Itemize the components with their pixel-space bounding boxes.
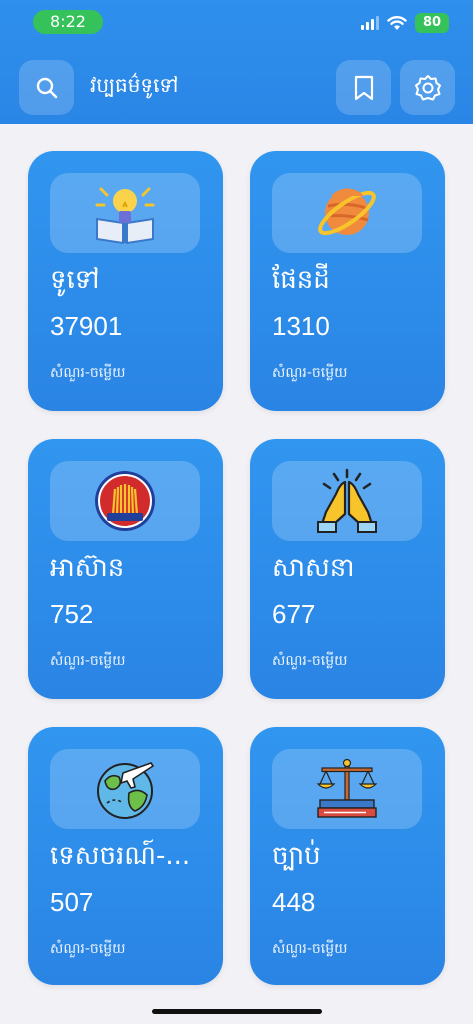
category-icon-box bbox=[272, 173, 422, 253]
search-button[interactable] bbox=[19, 60, 74, 115]
category-label: សំណួរ-ចម្លើយ bbox=[272, 365, 348, 381]
category-count: 752 bbox=[50, 599, 94, 629]
category-card-asean[interactable]: អាស៊ាន 752 សំណួរ-ចម្លើយ bbox=[28, 439, 223, 699]
category-count: 1310 bbox=[272, 311, 330, 341]
home-indicator[interactable] bbox=[152, 1009, 322, 1014]
category-icon-box bbox=[50, 173, 200, 253]
category-count: 677 bbox=[272, 599, 316, 629]
category-label: សំណួរ-ចម្លើយ bbox=[272, 941, 348, 957]
category-name: ទូទៅ bbox=[50, 265, 100, 295]
category-count: 37901 bbox=[50, 311, 123, 341]
globe-airplane-icon bbox=[97, 762, 154, 819]
category-label: សំណួរ-ចម្លើយ bbox=[272, 653, 348, 669]
category-label: សំណួរ-ចម្លើយ bbox=[50, 653, 126, 669]
wifi-icon bbox=[387, 16, 407, 30]
category-icon-box bbox=[272, 461, 422, 541]
category-card-earth[interactable]: ផែនដី 1310 សំណួរ-ចម្លើយ bbox=[250, 151, 445, 411]
asean-emblem-icon bbox=[95, 471, 155, 531]
category-label: សំណួរ-ចម្លើយ bbox=[50, 941, 126, 957]
bookmark-icon bbox=[354, 75, 373, 100]
app-header: 8:22 80 វប្បធម៌ទូទៅ bbox=[0, 0, 473, 124]
category-count: 507 bbox=[50, 887, 94, 917]
scales-of-justice-icon bbox=[316, 758, 378, 818]
battery-indicator: 80 bbox=[415, 13, 449, 33]
category-icon-box bbox=[272, 749, 422, 829]
category-card-tourism[interactable]: ទេសចរណ៍-... 507 សំណួរ-ចម្លើយ bbox=[28, 727, 223, 985]
category-card-religion[interactable]: សាសនា 677 សំណួរ-ចម្លើយ bbox=[250, 439, 445, 699]
category-name: ផែនដី bbox=[272, 265, 330, 295]
settings-button[interactable] bbox=[400, 60, 455, 115]
category-icon-box bbox=[50, 749, 200, 829]
category-name: សាសនា bbox=[272, 553, 355, 583]
status-time: 8:22 bbox=[33, 10, 103, 34]
category-card-law[interactable]: ច្បាប់ 448 សំណួរ-ចម្លើយ bbox=[250, 727, 445, 985]
page-title: វប្បធម៌ទូទៅ bbox=[90, 73, 179, 97]
planet-icon bbox=[318, 188, 376, 236]
lightbulb-book-icon bbox=[95, 187, 155, 245]
category-name: ទេសចរណ៍-... bbox=[50, 841, 191, 871]
bookmark-button[interactable] bbox=[336, 60, 391, 115]
category-card-general[interactable]: ទូទៅ 37901 សំណួរ-ចម្លើយ bbox=[28, 151, 223, 411]
category-name: អាស៊ាន bbox=[50, 553, 125, 583]
praying-hands-icon bbox=[317, 468, 377, 533]
category-label: សំណួរ-ចម្លើយ bbox=[50, 365, 126, 381]
category-count: 448 bbox=[272, 887, 316, 917]
category-icon-box bbox=[50, 461, 200, 541]
cellular-signal-icon bbox=[361, 16, 379, 30]
search-icon bbox=[36, 77, 57, 98]
category-name: ច្បាប់ bbox=[272, 841, 321, 871]
gear-icon bbox=[414, 74, 441, 100]
status-indicators: 80 bbox=[361, 13, 449, 33]
